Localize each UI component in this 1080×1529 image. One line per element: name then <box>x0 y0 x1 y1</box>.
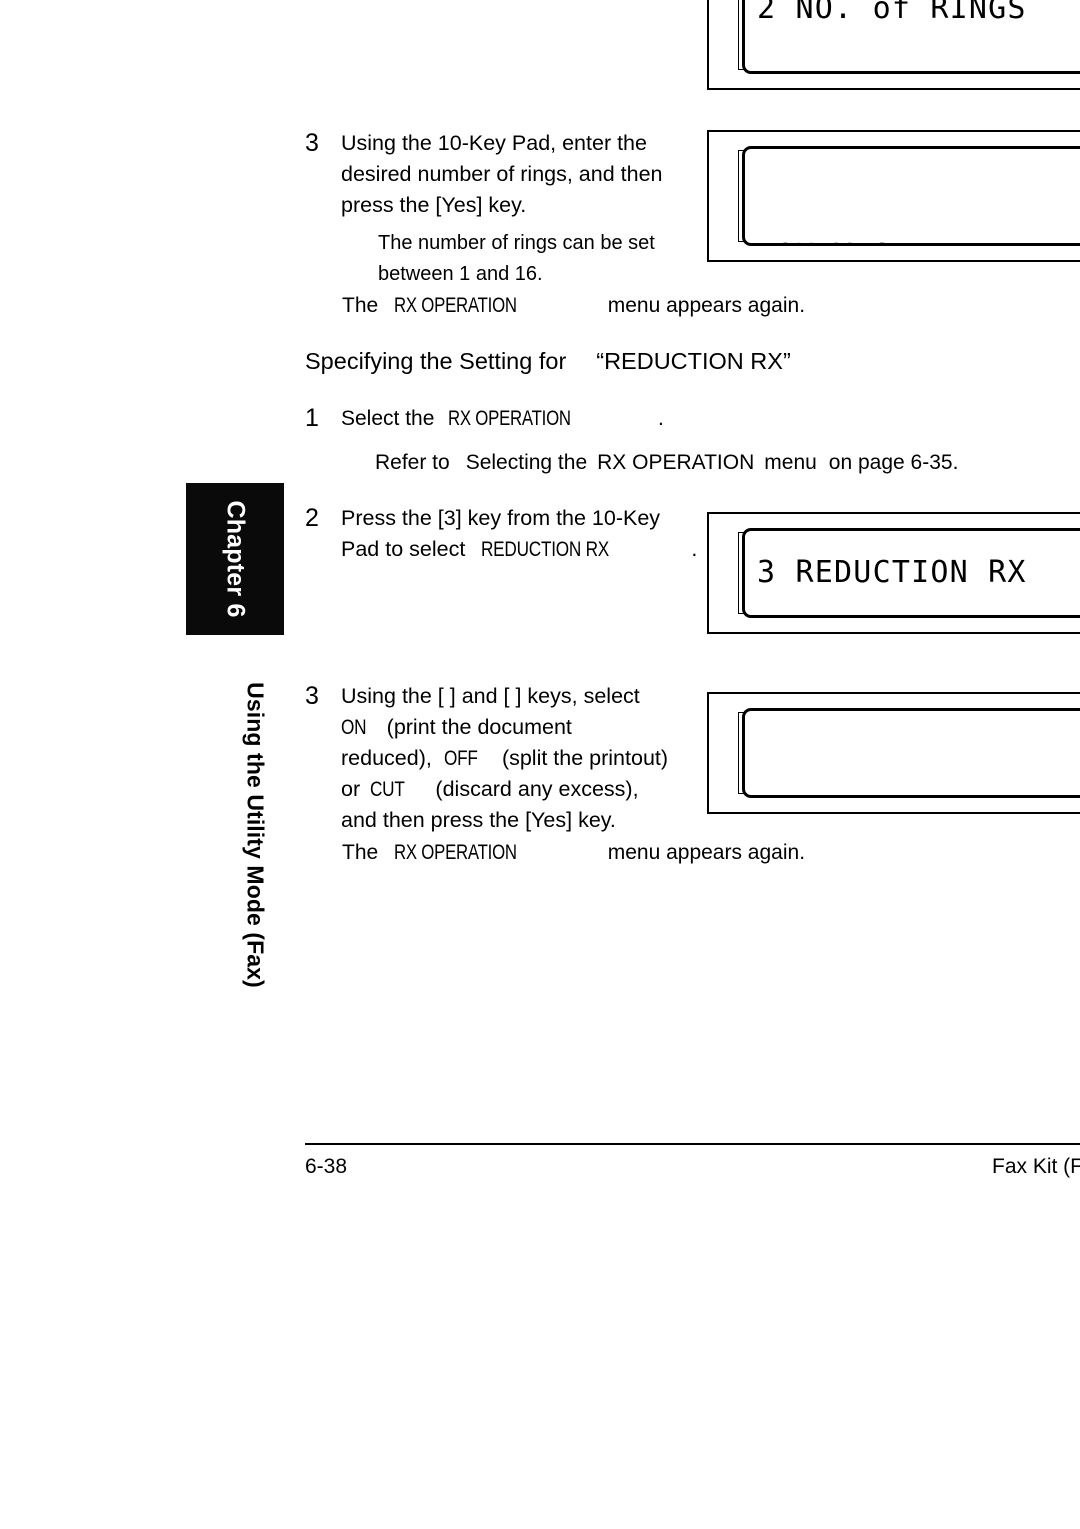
step-press-3-key: 2 Press the [3] key from the 10-Key Pad … <box>305 503 725 565</box>
section-heading-text: Specifying the Setting for <box>305 348 567 374</box>
step-text-run: or <box>341 777 361 801</box>
step-number: 1 <box>305 404 319 432</box>
option-on-description: (print the document <box>386 715 572 739</box>
step-number: 3 <box>305 682 319 710</box>
step-enter-number-of-rings: 3 Using the 10-Key Pad, enter the desire… <box>305 128 725 221</box>
chapter-tab: Chapter 6 <box>186 483 284 635</box>
lcd-screen: 3 REDUCTION RX <box>742 528 1080 618</box>
lcd-screen: 2 NO. of RINGS <box>742 0 1080 74</box>
lcd-line-1: ✳ON OFF CUT <box>753 711 1080 713</box>
lcd-screen-text: 3 REDUCTION RX <box>757 555 1027 590</box>
chapter-tab-label: Chapter 6 <box>221 500 250 618</box>
step-text: Using the 10-Key Pad, enter the desired … <box>341 128 663 221</box>
lcd-line-2: OK=YES <box>757 236 1080 243</box>
note-ring-range: The number of rings can be set between 1… <box>378 228 655 290</box>
menu-name: RX OPERATION <box>394 841 518 864</box>
step-suffix: . <box>657 407 664 430</box>
ref-page: on page 6-35. <box>828 451 959 474</box>
lcd-panel-reduction-rx-options: ✳ON OFF CUT , & YES <box>707 692 1080 814</box>
step-line: Select the RX OPERATION. <box>341 403 664 434</box>
manual-page: 2 NO. of RINGS NO.of RINGS= 1(1-16 OK=YE… <box>0 0 1080 1529</box>
option-cut-label: CUT <box>370 777 405 801</box>
message-suffix: menu appears again. <box>607 294 806 317</box>
lcd-screen-text-block: ✳ON OFF CUT , & YES <box>753 711 1080 798</box>
running-head-vertical: Using the Utility Mode (Fax) <box>228 675 282 995</box>
step-line: ON (print the document <box>341 712 668 743</box>
option-off-label: OFF <box>443 746 478 770</box>
step-select-rx-operation: 1 Select the RX OPERATION. <box>305 403 905 434</box>
lcd-line-2-prefix <box>753 795 772 798</box>
ref-prefix: Refer to <box>375 451 450 474</box>
step-line: Pad to select REDUCTION RX. <box>341 534 697 565</box>
step-line: desired number of rings, and then <box>341 162 663 186</box>
lcd-panel-reduction-rx-menu: 3 REDUCTION RX <box>707 512 1080 634</box>
lcd-panel-no-of-rings-entry: NO.of RINGS= 1(1-16 OK=YES <box>707 130 1080 262</box>
step-line: or CUT (discard any excess), <box>341 774 668 805</box>
option-on-label: ON <box>341 715 367 739</box>
footer-divider <box>305 1143 1080 1145</box>
step-number: 3 <box>305 129 319 157</box>
lcd-screen: ✳ON OFF CUT , & YES <box>742 708 1080 798</box>
option-cut-description: (discard any excess), <box>435 777 639 801</box>
step-text: Using the [ ] and [ ] keys, select ON (pr… <box>341 681 668 836</box>
lcd-screen-text-block: NO.of RINGS= 1(1-16 OK=YES <box>757 149 1080 243</box>
lcd-line-1: NO.of RINGS= 1(1-16 <box>757 149 1080 156</box>
lcd-screen: NO.of RINGS= 1(1-16 OK=YES <box>742 146 1080 246</box>
step-line: and then press the [Yes] key. <box>341 808 616 832</box>
option-off-description: (split the printout) <box>501 746 669 770</box>
menu-name: RX OPERATION <box>597 451 755 474</box>
menu-name: RX OPERATION <box>394 294 518 317</box>
section-heading: Specifying the Setting for “REDUCTION RX” <box>305 346 791 376</box>
footer-title: Fax Kit (F <box>992 1155 1080 1178</box>
step-select-reduction-option: 3 Using the [ ] and [ ] keys, select ON (… <box>305 681 725 836</box>
ref-suffix: menu <box>764 451 817 474</box>
running-head-label: Using the Utility Mode (Fax) <box>242 682 269 988</box>
menu-reappears-message-1: The RX OPERATION menu appears again. <box>342 290 805 321</box>
section-heading-quoted: “REDUCTION RX” <box>596 348 791 374</box>
note-line: between 1 and 16. <box>378 263 543 285</box>
menu-name: REDUCTION RX <box>481 537 610 561</box>
message-suffix: menu appears again. <box>607 841 806 864</box>
step1-cross-reference: Refer to Selecting the RX OPERATION menu on … <box>375 447 958 478</box>
step-line: Press the [3] key from the 10-Key <box>341 506 661 530</box>
message-prefix: The <box>342 294 379 317</box>
step-suffix: . <box>691 537 698 561</box>
menu-name: RX OPERATION <box>448 407 572 430</box>
lcd-line-2: , & YES <box>753 793 1080 798</box>
step-prefix: Select the <box>341 407 435 430</box>
menu-reappears-message-2: The RX OPERATION menu appears again. <box>342 837 805 868</box>
step-line: press the [Yes] key. <box>341 193 527 217</box>
step-text: Select the RX OPERATION. <box>341 403 664 434</box>
message-prefix: The <box>342 841 379 864</box>
note-line: The number of rings can be set <box>378 232 655 254</box>
lcd-comma: , <box>791 795 810 798</box>
ref-mid: Selecting the <box>465 451 588 474</box>
lcd-screen-text: 2 NO. of RINGS <box>757 0 1027 26</box>
step-number: 2 <box>305 504 319 532</box>
step-prefix: Pad to select <box>341 537 466 561</box>
lcd-panel-no-of-rings-menu: 2 NO. of RINGS <box>707 0 1080 90</box>
lcd-line-2-suffix: & YES <box>829 795 945 798</box>
step-line: Using the 10-Key Pad, enter the <box>341 131 647 155</box>
step-text: Press the [3] key from the 10-Key Pad to… <box>341 503 697 565</box>
step-line: Using the [ ] and [ ] keys, select <box>341 684 640 708</box>
step-text-run: reduced), <box>341 746 432 770</box>
step-line: reduced), OFF (split the printout) <box>341 743 668 774</box>
footer-page-number: 6-38 <box>305 1155 348 1178</box>
